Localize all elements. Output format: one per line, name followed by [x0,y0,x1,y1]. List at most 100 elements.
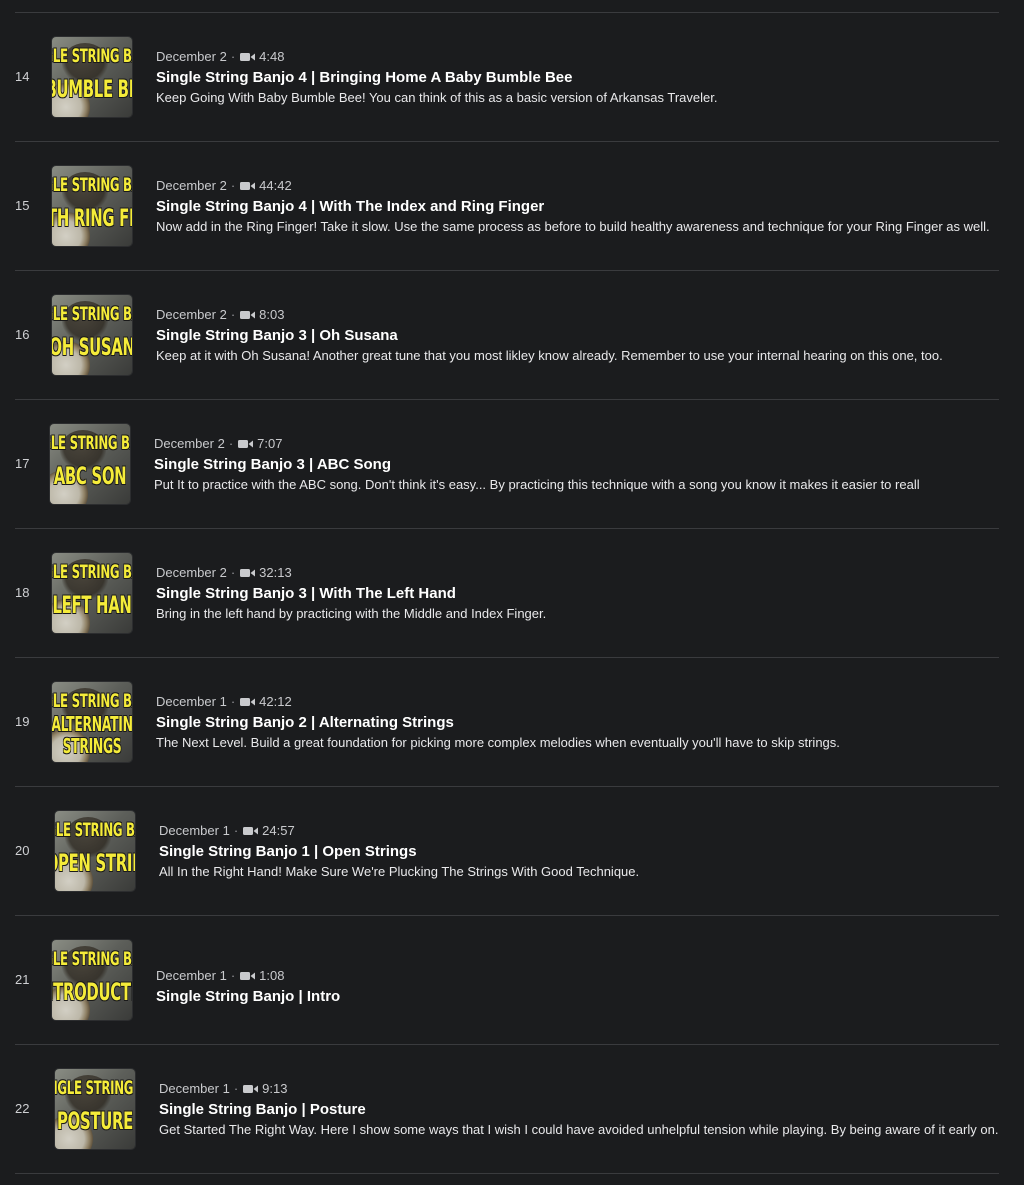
lesson-title[interactable]: Single String Banjo 2 | Alternating Stri… [156,714,999,732]
lesson-title[interactable]: Single String Banjo | Intro [156,988,999,1006]
lesson-content: December 2 · 7:07 Single String Banjo 3 … [154,436,999,493]
lesson-duration: 1:08 [259,968,285,983]
lesson-title[interactable]: Single String Banjo 1 | Open Strings [159,843,999,861]
thumbnail-top-text: GLE STRING BA [52,45,132,67]
lesson-title[interactable]: Single String Banjo 4 | With The Index a… [156,198,999,216]
lesson-row[interactable]: 18 GLE STRING BA LEFT HAN December 2 · 3… [15,529,999,658]
video-camera-icon [240,182,256,190]
thumbnail-main-text: WITH RING FING [52,204,132,232]
lesson-duration: 44:42 [259,178,292,193]
video-camera-icon [240,569,256,577]
thumbnail-main-text: LEFT HAN [52,591,132,619]
lesson-row[interactable]: 21 GLE STRING BA INTRODUCTIO December 1 … [15,916,999,1045]
lesson-meta: December 1 · 24:57 [159,823,999,839]
lesson-meta: December 2 · 4:48 [156,49,999,65]
lesson-title[interactable]: Single String Banjo | Posture [159,1101,999,1119]
lesson-number: 14 [15,69,30,84]
thumbnail-main-text: OPEN STRIN [55,849,135,877]
meta-separator: · [230,565,236,580]
lesson-date: December 2 [156,49,227,64]
lesson-number: 19 [15,714,30,729]
thumbnail-main-text: ABC SON [53,462,127,490]
video-camera-icon [240,698,256,706]
lesson-date: December 1 [156,968,227,983]
lesson-description: The Next Level. Build a great foundation… [156,735,840,750]
lesson-date: December 1 [159,1081,230,1096]
lesson-row[interactable]: 19 GLE STRING BA ALTERNATIN STRINGS Dece… [15,658,999,787]
lesson-description: Keep Going With Baby Bumble Bee! You can… [156,90,718,105]
lesson-thumbnail[interactable]: GLE STRING BA LEFT HAN [52,553,132,633]
lesson-meta: December 1 · 42:12 [156,694,999,710]
lesson-content: December 2 · 4:48 Single String Banjo 4 … [156,49,999,106]
lesson-duration: 32:13 [259,565,292,580]
lesson-description: All In the Right Hand! Make Sure We're P… [159,864,640,879]
thumbnail-main-text: BUMBLE BE [52,75,132,103]
lesson-content: December 1 · 42:12 Single String Banjo 2… [156,694,999,751]
lesson-description: Keep at it with Oh Susana! Another great… [156,348,943,363]
meta-separator: · [233,823,239,838]
lesson-duration: 9:13 [262,1081,288,1096]
thumbnail-main-text: OH SUSAN [52,333,132,361]
lesson-thumbnail[interactable]: GLE STRING BA BUMBLE BE [52,37,132,117]
lesson-date: December 2 [156,565,227,580]
lesson-title[interactable]: Single String Banjo 3 | Oh Susana [156,327,999,345]
lesson-duration: 42:12 [259,694,292,709]
lesson-thumbnail[interactable]: SINGLE STRING BA POSTURE [55,1069,135,1149]
lesson-description: Now add in the Ring Finger! Take it slow… [156,219,990,234]
lesson-content: December 2 · 32:13 Single String Banjo 3… [156,565,999,622]
thumbnail-top-text: GLE STRING BA [50,432,130,454]
thumbnail-main-text: POSTURE [57,1107,133,1135]
video-camera-icon [243,1085,259,1093]
meta-separator: · [230,307,236,322]
lesson-meta: December 2 · 7:07 [154,436,999,452]
thumbnail-main-text: INTRODUCTIO [52,978,132,1006]
lesson-description: Get Started The Right Way. Here I show s… [159,1122,999,1137]
lesson-content: December 2 · 8:03 Single String Banjo 3 … [156,307,999,364]
lesson-thumbnail[interactable]: GLE STRING BA ABC SON [50,424,130,504]
video-camera-icon [243,827,259,835]
lesson-date: December 2 [156,178,227,193]
video-camera-icon [238,440,254,448]
thumbnail-top-text: GLE STRING BA [52,561,132,583]
meta-separator: · [233,1081,239,1096]
lesson-number: 18 [15,585,30,600]
lesson-row[interactable]: 17 GLE STRING BA ABC SON December 2 · 7:… [15,400,999,529]
lesson-title[interactable]: Single String Banjo 4 | Bringing Home A … [156,69,999,87]
lesson-duration: 24:57 [262,823,295,838]
lesson-number: 15 [15,198,30,213]
lesson-title[interactable]: Single String Banjo 3 | ABC Song [154,456,999,474]
lesson-row[interactable]: 14 GLE STRING BA BUMBLE BE December 2 · … [15,13,999,142]
meta-separator: · [230,178,236,193]
meta-separator: · [230,694,236,709]
lesson-meta: December 2 · 8:03 [156,307,999,323]
thumbnail-extra-text: STRINGS [62,734,122,758]
lesson-title[interactable]: Single String Banjo 3 | With The Left Ha… [156,585,999,603]
lesson-meta: December 2 · 44:42 [156,178,999,194]
video-camera-icon [240,972,256,980]
lesson-row[interactable]: 20 GLE STRING BA OPEN STRIN December 1 ·… [15,787,999,916]
meta-separator: · [230,49,236,64]
lesson-number: 20 [15,843,30,858]
thumbnail-top-text: GLE STRING BA [55,819,135,841]
lesson-row[interactable]: 22 SINGLE STRING BA POSTURE December 1 ·… [15,1045,999,1174]
lesson-date: December 2 [156,307,227,322]
lesson-thumbnail[interactable]: GLE STRING BA ALTERNATIN STRINGS [52,682,132,762]
lesson-content: December 1 · 1:08 Single String Banjo | … [156,968,999,1009]
video-camera-icon [240,53,256,61]
lesson-meta: December 1 · 9:13 [159,1081,999,1097]
lesson-thumbnail[interactable]: GLE STRING BA OPEN STRIN [55,811,135,891]
lesson-thumbnail[interactable]: GLE STRING BA WITH RING FING [52,166,132,246]
lesson-thumbnail[interactable]: GLE STRING BA OH SUSAN [52,295,132,375]
lesson-content: December 1 · 24:57 Single String Banjo 1… [159,823,999,880]
thumbnail-top-text: GLE STRING BA [52,303,132,325]
lesson-duration: 4:48 [259,49,285,64]
lesson-date: December 1 [159,823,230,838]
lesson-number: 16 [15,327,30,342]
thumbnail-main-text: ALTERNATIN [52,712,132,736]
video-camera-icon [240,311,256,319]
thumbnail-top-text: SINGLE STRING BA [55,1077,135,1099]
lesson-thumbnail[interactable]: GLE STRING BA INTRODUCTIO [52,940,132,1020]
lesson-row[interactable]: 16 GLE STRING BA OH SUSAN December 2 · 8… [15,271,999,400]
lesson-meta: December 2 · 32:13 [156,565,999,581]
lesson-row[interactable]: 15 GLE STRING BA WITH RING FING December… [15,142,999,271]
